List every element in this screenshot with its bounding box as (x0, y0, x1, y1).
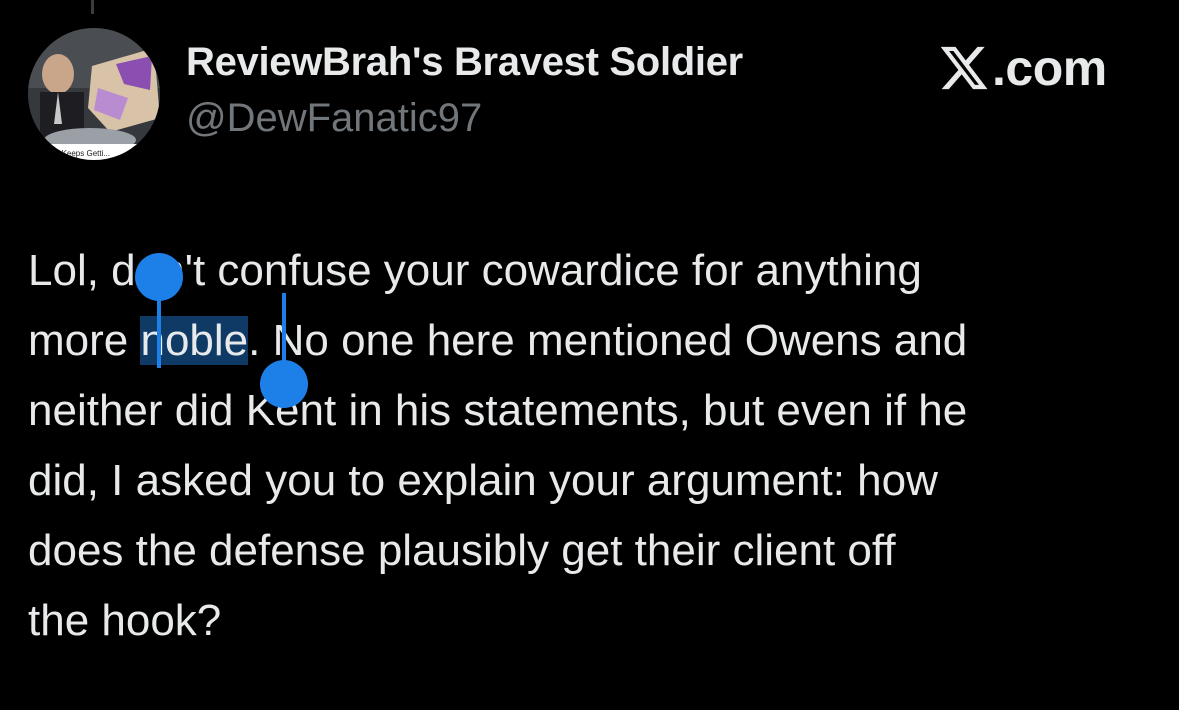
tweet-line: did, I asked you to explain your argumen… (28, 446, 1148, 516)
selection-start-handle[interactable] (135, 253, 183, 301)
tweet-text-segment: did, I asked you to explain your argumen… (28, 456, 938, 505)
tweet-text-segment: does the defense plausibly get their cli… (28, 526, 896, 575)
brand-watermark: .com (938, 38, 1107, 98)
tweet-text-segment: . No one here mentioned Owens and (248, 316, 968, 365)
tweet-text-segment: the hook? (28, 596, 222, 645)
avatar[interactable]: ...ing Keeps Getti... (28, 28, 160, 160)
x-logo-icon (940, 46, 988, 90)
tweet-text-segment: more (28, 316, 141, 365)
tweet-line: more noble. No one here mentioned Owens … (28, 306, 1148, 376)
author-display-name[interactable]: ReviewBrah's Bravest Soldier (186, 40, 743, 85)
tweet-line: Lol, don't confuse your cowardice for an… (28, 236, 1148, 306)
tweet-line: does the defense plausibly get their cli… (28, 516, 1148, 586)
tweet-body[interactable]: Lol, don't confuse your cowardice for an… (28, 236, 1148, 656)
tweet-line: neither did Kent in his statements, but … (28, 376, 1148, 446)
brand-text: .com (992, 40, 1107, 96)
selection-end-handle[interactable] (260, 360, 308, 408)
tweet-line: the hook? (28, 586, 1148, 656)
avatar-caption: ...ing Keeps Getti... (42, 149, 110, 158)
thread-connector-line (91, 0, 94, 14)
author-handle[interactable]: @DewFanatic97 (186, 96, 482, 141)
tweet-text-segment: neither did Kent in his statements, but … (28, 386, 968, 435)
avatar-image: ...ing Keeps Getti... (28, 28, 160, 160)
